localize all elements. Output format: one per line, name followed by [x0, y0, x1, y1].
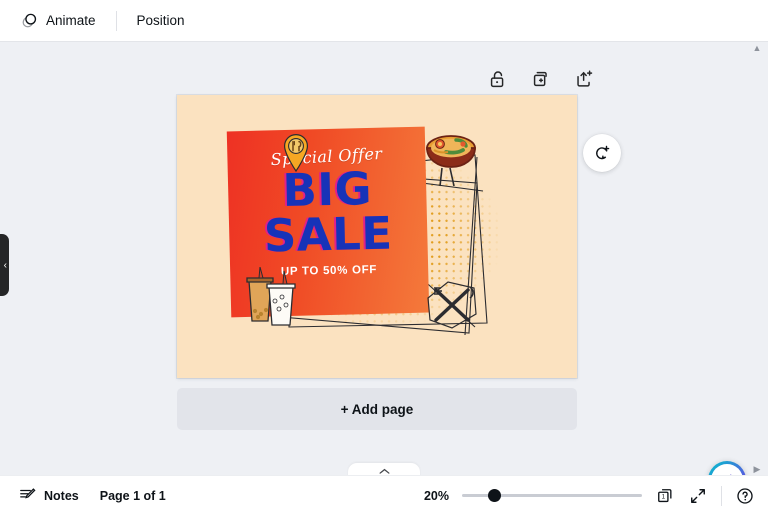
location-pin-cutlery-icon [283, 133, 309, 173]
scroll-right-arrow[interactable]: ▶ [750, 462, 764, 475]
unlock-icon[interactable] [487, 68, 509, 90]
page-indicator: Page 1 of 1 [99, 488, 166, 503]
animate-circles-icon [21, 12, 38, 29]
headline-big: BIG [282, 162, 373, 217]
bubble-tea-cups-icon [246, 267, 296, 326]
magic-assistant-button[interactable] [708, 461, 746, 475]
add-page-icon[interactable] [573, 68, 595, 90]
notes-label: Notes [44, 488, 79, 503]
headline-sale: SALE [263, 206, 394, 263]
zoom-slider-knob[interactable] [488, 489, 501, 502]
notes-button[interactable]: Notes [13, 482, 84, 510]
animate-button[interactable]: Animate [12, 6, 105, 36]
collapse-sidebar-handle[interactable]: ‹ [0, 234, 9, 296]
position-button[interactable]: Position [128, 6, 194, 36]
add-page-label: + Add page [340, 401, 414, 417]
animate-label: Animate [46, 13, 96, 28]
expand-arrows-icon[interactable] [688, 486, 708, 506]
duplicate-page-icon[interactable] [530, 68, 552, 90]
chevron-up-icon [379, 468, 389, 474]
toolbar-divider [115, 10, 117, 31]
zoom-slider[interactable] [462, 489, 642, 503]
noodle-bowl-icon [426, 135, 476, 187]
add-comment-button[interactable] [583, 134, 621, 172]
position-label: Position [136, 13, 185, 28]
editor-window: Animate Position ▲ Special Offer BIG SAL… [0, 0, 768, 515]
crossed-fork-knife-icon [427, 281, 477, 329]
chevron-left-icon: ‹ [3, 259, 7, 271]
scroll-up-arrow[interactable]: ▲ [750, 42, 764, 55]
top-toolbar: Animate Position [0, 0, 768, 41]
notes-pencil-icon [18, 485, 37, 507]
status-divider [721, 485, 722, 506]
status-right-group: 20% 1 [413, 485, 768, 506]
magic-sparkles-icon [711, 464, 743, 475]
expand-panel-handle[interactable] [348, 463, 420, 475]
add-page-button[interactable]: + Add page [177, 388, 577, 430]
zoom-level-label: 20% [423, 488, 449, 503]
page-tool-row [487, 68, 595, 90]
design-page[interactable]: Special Offer BIG SALE UP TO 50% OFF [177, 95, 577, 378]
svg-text:1: 1 [662, 493, 666, 500]
status-bar: Notes Page 1 of 1 20% 1 [0, 475, 768, 515]
canvas-workspace[interactable]: ▲ Special Offer BIG SALE UP TO 50% OFF +… [0, 41, 768, 475]
page-count-icon[interactable]: 1 [655, 486, 675, 506]
status-left-group: Notes Page 1 of 1 [0, 482, 166, 510]
help-question-icon[interactable] [735, 486, 755, 506]
